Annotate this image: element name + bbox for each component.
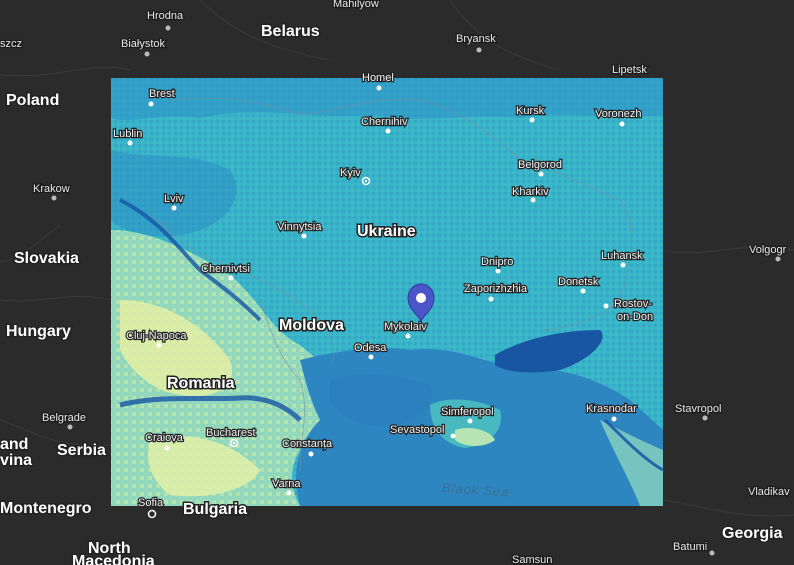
country-ukraine: Ukraine [357, 223, 416, 240]
city-sevastopol: Sevastopol [390, 424, 444, 436]
country-georgia: Georgia [722, 525, 783, 542]
city-dot-mykolaiv [405, 333, 411, 339]
city-odesa: Odesa [354, 342, 387, 354]
country-bosnia-line2: vina [0, 452, 32, 469]
data-overlay [111, 78, 664, 506]
city-luhansk: Luhansk [601, 250, 643, 262]
country-belarus: Belarus [261, 23, 320, 40]
city-dot-chernivtsi [228, 275, 234, 281]
city-constanta: Constanța [282, 438, 333, 450]
country-bosnia-line1: and [0, 436, 28, 453]
city-dot-vinnytsia [301, 233, 307, 239]
country-bulgaria: Bulgaria [183, 501, 247, 518]
city-dot-zaporizhzhia [488, 296, 494, 302]
city-mykolaiv: Mykolaiv [384, 321, 427, 333]
city-sofia: Sofia [138, 497, 164, 509]
city-homel: Homel [362, 72, 394, 84]
city-voronezh: Voronezh [595, 108, 641, 120]
city-simferopol: Simferopol [441, 406, 494, 418]
city-dot-sevastopol [450, 433, 456, 439]
city-szcz: szcz [0, 38, 22, 50]
city-samsun: Samsun [512, 554, 552, 565]
city-batumi: Batumi [673, 541, 707, 553]
map-canvas[interactable]: Belarus Poland Slovakia Hungary Serbia B… [0, 0, 794, 565]
city-brest: Brest [149, 88, 175, 100]
country-romania: Romania [167, 375, 235, 392]
city-dot-krasnodar [611, 416, 617, 422]
city-dnipro: Dnipro [481, 256, 513, 268]
city-kursk: Kursk [516, 105, 545, 117]
city-dot-odesa [368, 354, 374, 360]
country-hungary: Hungary [6, 323, 71, 340]
city-donetsk: Donetsk [558, 276, 599, 288]
city-rostov-line2: on-Don [617, 311, 653, 323]
city-dot-donetsk [580, 288, 586, 294]
city-dot-rostov [603, 303, 609, 309]
city-craiova: Craiova [145, 432, 184, 444]
country-montenegro: Montenegro [0, 500, 92, 517]
city-stavropol: Stavropol [675, 403, 721, 415]
city-lipetsk: Lipetsk [612, 64, 647, 76]
country-north-macedonia-line2: Macedonia [72, 553, 155, 565]
city-kyiv: Kyiv [340, 167, 361, 179]
city-lublin: Lublin [113, 128, 142, 140]
city-dot-lviv [171, 205, 177, 211]
city-dot-voronezh [619, 121, 625, 127]
city-bucharest: Bucharest [206, 427, 256, 439]
city-dot-bryansk [476, 47, 482, 53]
country-poland: Poland [6, 92, 59, 109]
city-chernivtsi: Chernivtsi [201, 263, 250, 275]
city-dot-bialystok [144, 51, 150, 57]
country-moldova: Moldova [279, 317, 344, 334]
city-krasnodar: Krasnodar [586, 403, 637, 415]
city-kharkiv: Kharkiv [512, 186, 549, 198]
city-dot-varna [286, 490, 292, 496]
city-dot-krakow [51, 195, 57, 201]
city-belgrade: Belgrade [42, 412, 86, 424]
city-bialystok: Białystok [121, 38, 166, 50]
city-vinnytsia: Vinnytsia [277, 221, 322, 233]
city-belgorod: Belgorod [518, 159, 562, 171]
city-cluj: Cluj-Napoca [126, 330, 187, 342]
city-dot-craiova [164, 445, 170, 451]
city-dot-hrodna [165, 25, 171, 31]
city-dot-homel [376, 85, 382, 91]
city-vladikavkaz: Vladikav [748, 486, 790, 498]
city-dot-chernihiv [385, 128, 391, 134]
city-hrodna: Hrodna [147, 10, 184, 22]
city-lviv: Lviv [164, 193, 184, 205]
city-dot-luhansk [620, 262, 626, 268]
city-rostov-line1: Rostov- [614, 298, 652, 310]
city-dot-lublin [127, 140, 133, 146]
city-dot-dnipro [495, 268, 501, 274]
city-chernihiv: Chernihiv [361, 116, 408, 128]
city-dot-cluj [156, 342, 162, 348]
city-dot-kharkiv [530, 197, 536, 203]
city-dot-constanta [308, 451, 314, 457]
city-zaporizhzhia: Zaporizhzhia [464, 283, 528, 295]
country-serbia: Serbia [57, 442, 106, 459]
city-dot-brest [148, 101, 154, 107]
country-slovakia: Slovakia [14, 250, 79, 267]
city-dot-stavropol [702, 415, 708, 421]
city-krakow: Krakow [33, 183, 70, 195]
city-volgograd: Volgogr [749, 244, 787, 256]
city-dot-kursk [529, 117, 535, 123]
city-dot-belgorod [538, 171, 544, 177]
city-dot-batumi [709, 550, 715, 556]
city-dot-volgograd [775, 256, 781, 262]
city-dot-simferopol [467, 418, 473, 424]
city-mahilyow: Mahilyow [333, 0, 379, 10]
city-dot-belgrade [67, 424, 73, 430]
city-varna: Varna [272, 478, 301, 490]
city-bryansk: Bryansk [456, 33, 496, 45]
